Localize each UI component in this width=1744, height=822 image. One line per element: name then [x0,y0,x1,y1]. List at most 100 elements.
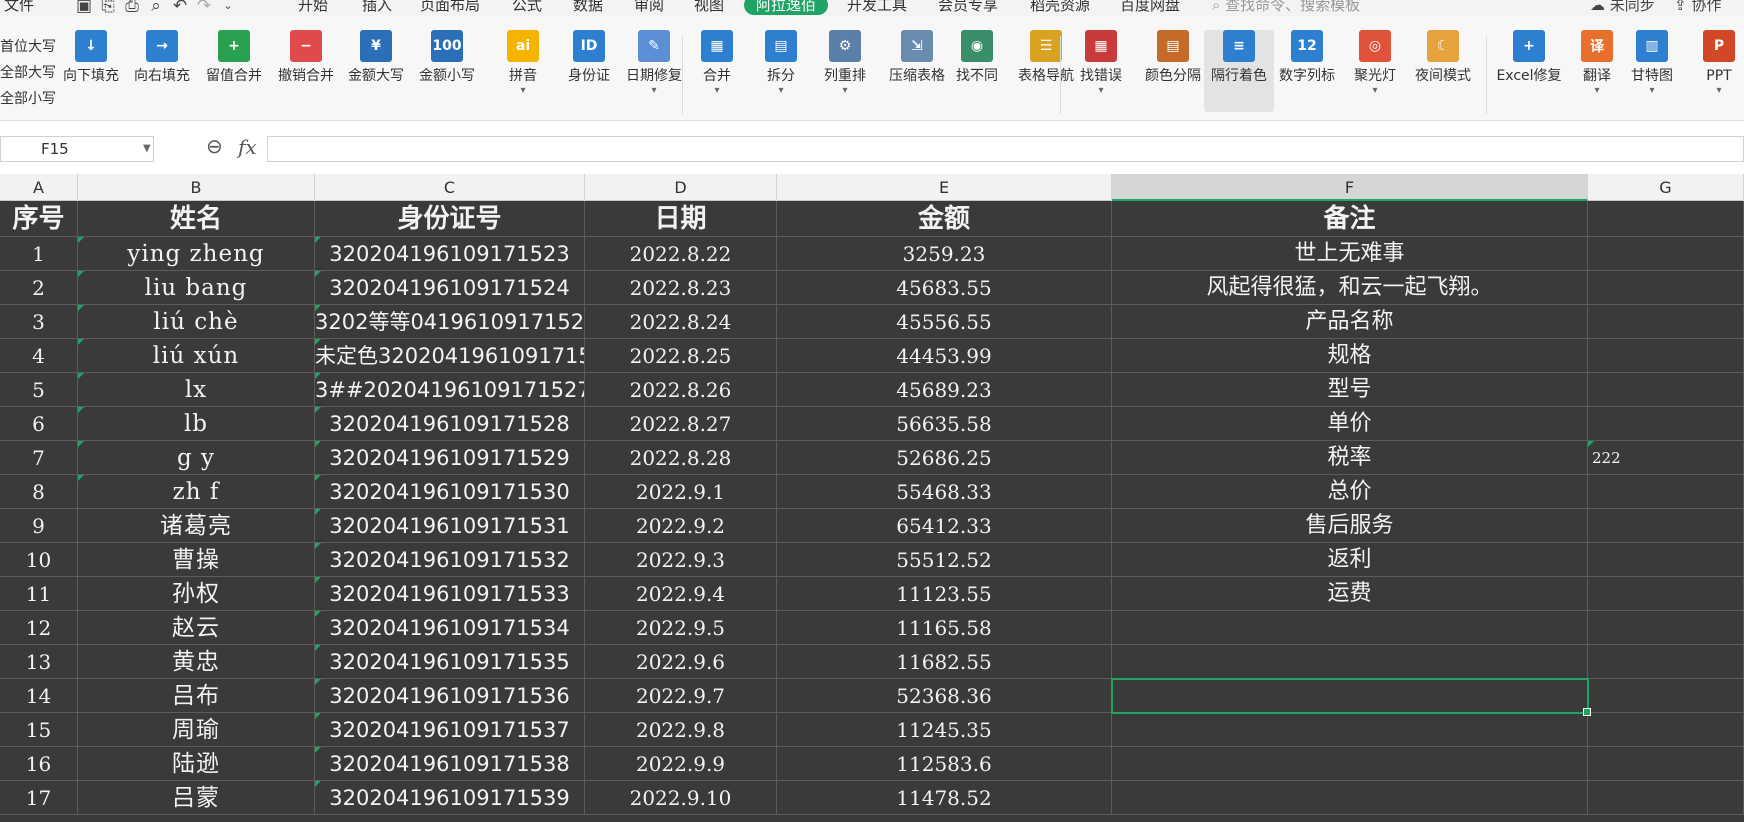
table-cell[interactable]: 黄忠 [78,645,315,679]
capitalize-first-item[interactable]: 首位大写 [0,34,56,60]
alternate-row-color-button[interactable]: ≡ 隔行着色 [1204,30,1274,112]
table-cell[interactable]: 55468.33 [777,475,1112,509]
table-cell[interactable] [1112,781,1588,815]
table-cell[interactable] [1588,475,1744,509]
table-cell[interactable]: 孙权 [78,577,315,611]
color-separate-button[interactable]: ▤ 颜色分隔 [1138,30,1208,112]
table-cell[interactable]: 2022.9.6 [585,645,777,679]
dropdown-arrow-icon[interactable]: ▾ [1066,86,1136,96]
table-cell[interactable]: 运费 [1112,577,1588,611]
table-cell[interactable]: 17 [0,781,78,815]
dropdown-arrow-icon[interactable]: ▾ [746,86,816,96]
tab-4[interactable]: 数据 [573,0,603,13]
table-cell[interactable]: 2022.9.4 [585,577,777,611]
table-cell[interactable]: 产品名称 [1112,305,1588,339]
merge-keep-button[interactable]: + 留值合并 [199,30,269,112]
table-cell[interactable]: 11165.58 [777,611,1112,645]
table-cell[interactable]: 52686.25 [777,441,1112,475]
pinyin-button[interactable]: ai 拼音 ▾ [488,30,558,112]
table-cell[interactable]: 222 [1588,441,1744,475]
table-cell[interactable] [1588,679,1744,713]
number-column-button[interactable]: 12 数字列标 [1272,30,1342,112]
column-header-b[interactable]: B [78,174,315,201]
table-cell[interactable]: 55512.52 [777,543,1112,577]
table-cell[interactable]: 320204196109171534 [315,611,585,645]
table-cell[interactable]: 320204196109171537 [315,713,585,747]
table-cell[interactable]: 6 [0,407,78,441]
table-cell[interactable]: 型号 [1112,373,1588,407]
table-cell[interactable]: 45683.55 [777,271,1112,305]
excel-repair-button[interactable]: + Excel修复 [1490,30,1568,112]
tab-0[interactable]: 开始 [298,0,328,13]
column-header-a[interactable]: A [0,174,78,201]
tab-6[interactable]: 视图 [694,0,724,13]
table-cell[interactable]: 2022.9.7 [585,679,777,713]
amount-lower-button[interactable]: 100 金额小写 [412,30,482,112]
header-cell[interactable]: 序号 [0,201,78,237]
table-cell[interactable]: 2022.9.9 [585,747,777,781]
spreadsheet-grid[interactable]: 序号 姓名 身份证号 日期 金额 备注 1 ying zheng 320204196109171… [0,201,1744,822]
table-cell[interactable]: 45689.23 [777,373,1112,407]
table-cell[interactable]: 周瑜 [78,713,315,747]
dropdown-arrow-icon[interactable]: ▾ [1340,86,1410,96]
header-cell[interactable]: 姓名 [78,201,315,237]
date-fix-button[interactable]: ✎ 日期修复 ▾ [619,30,689,112]
table-cell[interactable]: 15 [0,713,78,747]
column-header-g[interactable]: G [1588,174,1744,201]
dropdown-arrow-icon[interactable]: ▾ [1684,86,1744,96]
ppt-button[interactable]: P PPT ▾ [1684,30,1744,112]
table-cell[interactable]: 45556.55 [777,305,1112,339]
table-cell[interactable]: 52368.36 [777,679,1112,713]
tab-1[interactable]: 插入 [362,0,392,13]
table-cell[interactable]: 320204196109171533 [315,577,585,611]
tab-10[interactable]: 稻壳资源 [1030,0,1090,13]
table-cell[interactable]: 2022.8.28 [585,441,777,475]
table-cell[interactable]: 5 [0,373,78,407]
table-cell[interactable]: 320204196109171530 [315,475,585,509]
table-cell[interactable]: 2022.9.1 [585,475,777,509]
table-cell[interactable]: 2022.9.5 [585,611,777,645]
undo-icon[interactable]: ↶ [170,0,190,16]
header-cell[interactable] [1588,201,1744,237]
table-cell[interactable]: 陆逊 [78,747,315,781]
table-cell[interactable]: 320204196109171532 [315,543,585,577]
table-cell[interactable]: 65412.33 [777,509,1112,543]
find-error-button[interactable]: ▦ 找错误 ▾ [1066,30,1136,112]
table-cell[interactable]: 2022.9.10 [585,781,777,815]
table-cell[interactable]: 7 [0,441,78,475]
table-cell[interactable]: 320204196109171528 [315,407,585,441]
print-preview-icon[interactable]: ⌕ [146,0,166,16]
table-cell[interactable]: 3259.23 [777,237,1112,271]
table-cell[interactable]: 2022.8.23 [585,271,777,305]
tab-2[interactable]: 页面布局 [420,0,480,13]
table-cell[interactable]: ying zheng [78,237,315,271]
lowercase-all-item[interactable]: 全部小写 [0,86,56,112]
zoom-formula-icon[interactable]: ⊖ [206,134,223,158]
table-cell[interactable]: 售后服务 [1112,509,1588,543]
table-cell[interactable] [1588,373,1744,407]
column-reorder-button[interactable]: ⚙ 列重排 ▾ [810,30,880,112]
dropdown-arrow-icon[interactable]: ▾ [488,86,558,96]
active-cell-selection[interactable] [1111,678,1591,716]
table-cell[interactable]: 2022.9.2 [585,509,777,543]
table-cell[interactable]: 2022.8.22 [585,237,777,271]
fill-right-button[interactable]: → 向右填充 [127,30,197,112]
table-cell[interactable]: 2 [0,271,78,305]
save-as-icon[interactable]: ⎘ [98,0,118,16]
table-cell[interactable]: 2022.8.25 [585,339,777,373]
table-cell[interactable]: 9 [0,509,78,543]
table-cell[interactable]: 8 [0,475,78,509]
header-cell[interactable]: 金额 [777,201,1112,237]
dropdown-arrow-icon[interactable]: ▾ [1617,86,1687,96]
table-cell[interactable]: 11 [0,577,78,611]
table-cell[interactable]: 4 [0,339,78,373]
table-cell[interactable] [1112,747,1588,781]
header-cell[interactable]: 备注 [1112,201,1588,237]
table-cell[interactable] [1588,305,1744,339]
fill-handle[interactable] [1583,708,1591,716]
table-cell[interactable]: 44453.99 [777,339,1112,373]
table-cell[interactable]: 320204196109171535 [315,645,585,679]
table-cell[interactable] [1588,747,1744,781]
save-icon[interactable]: ▣ [74,0,94,16]
table-cell[interactable] [1588,577,1744,611]
